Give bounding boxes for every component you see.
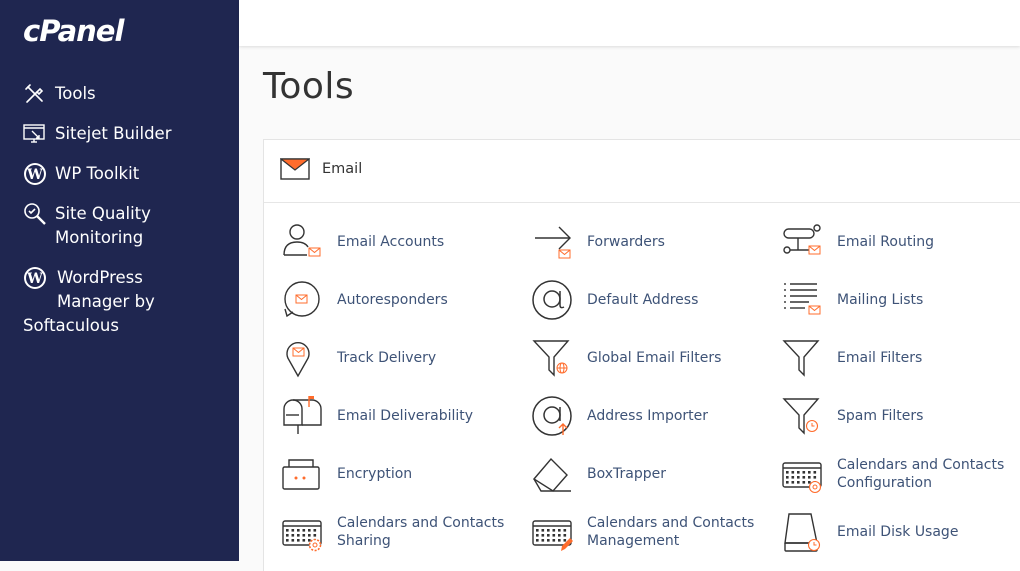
calendar-at-icon [782, 462, 822, 494]
tool-label: Email Disk Usage [837, 524, 959, 540]
section-header[interactable]: Email [264, 140, 1020, 203]
tool-spam-filters[interactable]: Spam Filters [781, 391, 1020, 441]
sidebar-item-label: Manager by [57, 292, 155, 311]
tool-label: Track Delivery [337, 350, 437, 366]
tool-label: Email Filters [837, 350, 923, 366]
tool-label: Autoresponders [337, 292, 448, 308]
tool-forwarders[interactable]: Forwarders [531, 217, 771, 267]
briefcase-icon [282, 459, 320, 490]
funnel-globe-icon [532, 340, 570, 377]
tool-label: Calendars and Contacts Sharing [337, 515, 505, 549]
tool-calendars-and-contacts-configuration[interactable]: Calendars and Contacts Configuration [781, 449, 1020, 499]
svg-text:W: W [26, 167, 43, 183]
box-trap-icon [532, 457, 571, 492]
funnel-clock-icon [782, 398, 820, 435]
tool-calendars-and-contacts-management[interactable]: Calendars and Contacts Management [531, 507, 771, 557]
tool-label: Encryption [337, 466, 413, 482]
location-pin-icon [286, 341, 310, 378]
tool-label: Default Address [587, 292, 699, 308]
sitejet-icon [23, 124, 45, 143]
tool-label: Address Importer [587, 408, 709, 424]
tool-track-delivery[interactable]: Track Delivery [281, 333, 521, 383]
tool-email-disk-usage[interactable]: Email Disk Usage [781, 507, 1020, 557]
magnifier-icon [24, 203, 46, 225]
sidebar-item-wp-toolkit[interactable]: W WP Toolkit [23, 162, 139, 186]
tool-label: Email Accounts [337, 234, 445, 250]
tool-email-routing[interactable]: Email Routing [781, 217, 1020, 267]
sidebar-item-label: Monitoring [55, 228, 144, 247]
tool-address-importer[interactable]: Address Importer [531, 391, 771, 441]
tool-label: Calendars and Contacts Configuration [837, 457, 1005, 491]
tool-email-accounts[interactable]: Email Accounts [281, 217, 521, 267]
at-sign-icon [532, 280, 572, 320]
top-bar [239, 0, 1020, 46]
tool-label: Global Email Filters [587, 350, 722, 366]
tool-boxtrapper[interactable]: BoxTrapper [531, 449, 771, 499]
tool-label: BoxTrapper [587, 466, 666, 482]
tool-encryption[interactable]: Encryption [281, 449, 521, 499]
list-mail-icon [784, 283, 821, 315]
tool-email-filters[interactable]: Email Filters [781, 333, 1020, 383]
sidebar-item-sitejet[interactable]: Sitejet Builder [23, 122, 171, 146]
disk-usage-icon [784, 513, 821, 552]
tool-label: Email Routing [837, 234, 934, 250]
wordpress-icon: W [24, 267, 46, 289]
tool-label: Calendars and Contacts Management [587, 515, 755, 549]
sidebar: cPanel Tools Sitejet Builder W WP Toolki… [0, 0, 239, 561]
tool-autoresponders[interactable]: Autoresponders [281, 275, 521, 325]
calendar-gear-icon [282, 520, 322, 552]
cpanel-logo[interactable]: cPanel [23, 14, 124, 48]
forward-arrow-icon [535, 226, 571, 259]
tool-label: Email Deliverability [337, 408, 474, 424]
page-title: Tools [263, 66, 355, 107]
tool-calendars-and-contacts-sharing[interactable]: Calendars and Contacts Sharing [281, 507, 521, 557]
tool-label: Spam Filters [837, 408, 924, 424]
tool-default-address[interactable]: Default Address [531, 275, 771, 325]
at-import-icon [532, 396, 572, 436]
sidebar-item-tools[interactable]: Tools [23, 82, 96, 106]
funnel-icon [782, 340, 820, 377]
mailbox-icon [283, 396, 322, 434]
routing-icon [783, 224, 821, 255]
calendar-pencil-icon [532, 520, 573, 551]
section-title: Email [322, 161, 363, 177]
tool-label: Mailing Lists [837, 292, 924, 308]
sidebar-item-site-quality[interactable]: Site Quality Monitoring [23, 202, 151, 250]
tool-email-deliverability[interactable]: Email Deliverability [281, 391, 521, 441]
tool-mailing-lists[interactable]: Mailing Lists [781, 275, 1020, 325]
tool-global-email-filters[interactable]: Global Email Filters [531, 333, 771, 383]
tools-icon [25, 84, 44, 103]
user-mail-icon [283, 224, 321, 257]
sidebar-item-wordpress-manager[interactable]: W WordPress Manager by Softaculous [23, 266, 155, 338]
svg-text:W: W [26, 271, 43, 287]
wordpress-icon: W [24, 163, 46, 185]
tool-label: Forwarders [587, 234, 665, 250]
envelope-icon [280, 158, 310, 180]
sidebar-item-label: Softaculous [23, 316, 119, 335]
auto-reply-icon [284, 281, 320, 318]
